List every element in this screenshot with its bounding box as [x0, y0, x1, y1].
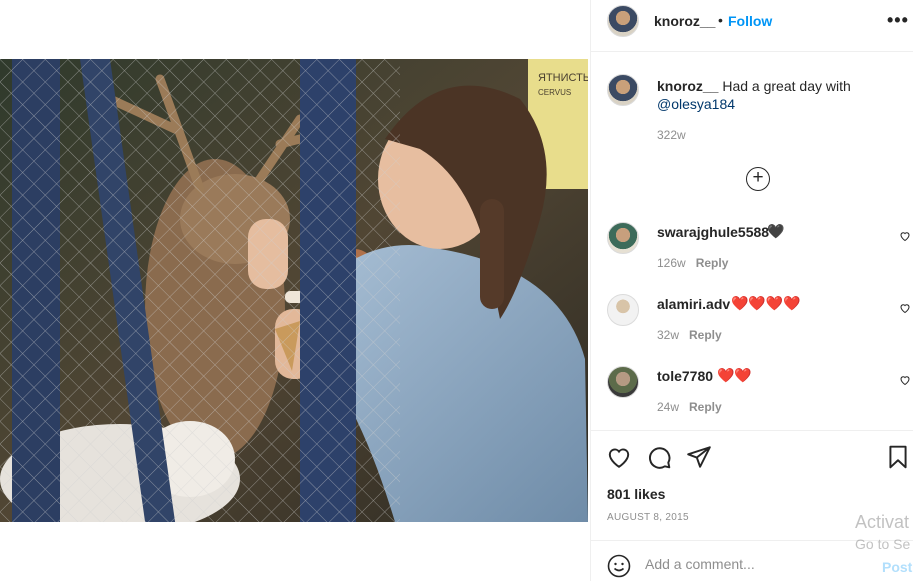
comment-item: alamiri.adv ❤️❤️❤️❤️ 32w Reply	[591, 294, 913, 354]
more-options-icon[interactable]: •••	[887, 10, 909, 31]
reply-button[interactable]: Reply	[696, 256, 729, 270]
commenter-username[interactable]: alamiri.adv	[657, 296, 730, 312]
comment-item: tole7780 ❤️❤️ 24w Reply	[591, 366, 913, 426]
post-comment-button[interactable]: Post	[882, 559, 912, 575]
comment-meta: 24w Reply	[657, 400, 722, 414]
author-username[interactable]: knoroz__	[654, 13, 715, 29]
share-paper-plane-icon[interactable]	[686, 444, 712, 470]
post-header: knoroz__ • Follow •••	[591, 0, 913, 52]
commenter-username[interactable]: swarajghule5588	[657, 224, 769, 240]
load-more-comments-button[interactable]: +	[746, 167, 770, 191]
comment-time[interactable]: 126w	[657, 256, 686, 270]
like-comment-heart-icon[interactable]	[899, 302, 911, 314]
caption-text: Had a great day with	[722, 78, 851, 94]
comment-meta: 126w Reply	[657, 256, 728, 270]
comment-time[interactable]: 24w	[657, 400, 679, 414]
follow-button[interactable]: Follow	[728, 13, 772, 29]
header-separator: •	[718, 12, 723, 28]
comment-item: swarajghule5588 🖤 126w Reply	[591, 222, 913, 282]
caption-mention[interactable]: @olesya184	[657, 96, 735, 112]
post-side-panel: knoroz__ • Follow ••• knoroz__ Had a gre…	[590, 0, 913, 581]
comment-text: ❤️❤️	[717, 367, 752, 383]
like-comment-heart-icon[interactable]	[899, 230, 911, 242]
caption-username[interactable]: knoroz__	[657, 78, 718, 94]
activation-watermark-line2: Go to Se	[855, 536, 911, 552]
add-comment-input[interactable]	[645, 552, 865, 576]
comment-time[interactable]: 32w	[657, 328, 679, 342]
sign-text: ЯТНИСТЫ	[538, 72, 588, 84]
likes-count[interactable]: 801 likes	[607, 486, 665, 502]
commenter-username[interactable]: tole7780	[657, 368, 713, 384]
reply-button[interactable]: Reply	[689, 328, 722, 342]
like-comment-heart-icon[interactable]	[899, 374, 911, 386]
post-date[interactable]: AUGUST 8, 2015	[607, 512, 689, 523]
reply-button[interactable]: Reply	[689, 400, 722, 414]
instagram-post-view: ЯТНИСТЫ CERVUS knoroz__ • Follow ••• kno…	[0, 0, 913, 581]
author-avatar[interactable]	[607, 5, 639, 37]
like-heart-icon[interactable]	[606, 444, 632, 470]
emoji-smiley-icon[interactable]	[607, 554, 631, 578]
comment-bubble-icon[interactable]	[646, 444, 672, 470]
post-caption: knoroz__ Had a great day with @olesya184	[657, 77, 897, 113]
commenter-avatar[interactable]	[607, 366, 639, 398]
caption-avatar[interactable]	[607, 74, 639, 106]
comment-text: ❤️❤️❤️❤️	[731, 295, 801, 311]
photo-illustration: ЯТНИСТЫ CERVUS	[0, 59, 588, 522]
save-bookmark-icon[interactable]	[885, 444, 911, 470]
commenter-avatar[interactable]	[607, 222, 639, 254]
comment-meta: 32w Reply	[657, 328, 722, 342]
sign-subtext: CERVUS	[538, 88, 571, 97]
comment-text: 🖤	[767, 223, 785, 239]
commenter-avatar[interactable]	[607, 294, 639, 326]
activation-watermark-line1: Activat	[855, 512, 910, 532]
post-photo[interactable]: ЯТНИСТЫ CERVUS	[0, 59, 588, 522]
caption-timestamp[interactable]: 322w	[657, 128, 686, 142]
